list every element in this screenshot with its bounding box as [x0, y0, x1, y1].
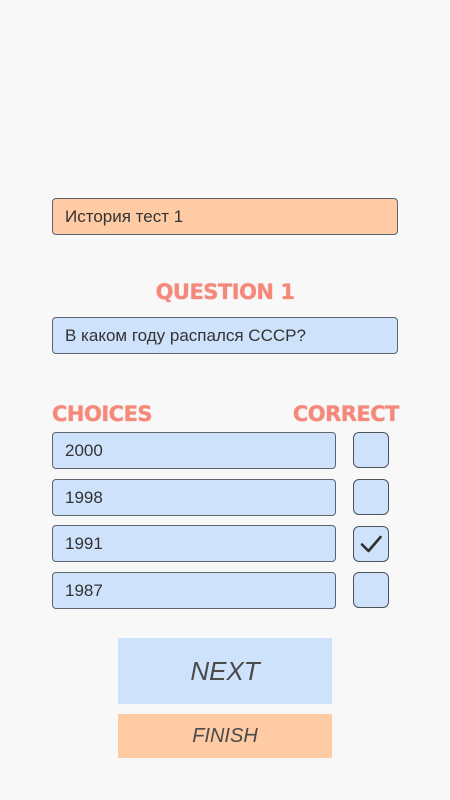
- correct-checkbox-2[interactable]: [353, 479, 389, 515]
- choice-field-1[interactable]: 2000: [52, 432, 336, 469]
- choices-heading: CHOICES: [52, 402, 153, 426]
- question-text-field[interactable]: В каком году распался СССР?: [52, 317, 398, 354]
- finish-button[interactable]: FINISH: [118, 714, 332, 758]
- correct-checkbox-3[interactable]: [353, 526, 389, 562]
- choice-field-3[interactable]: 1991: [52, 525, 336, 562]
- correct-heading: CORRECT: [292, 402, 400, 426]
- next-button[interactable]: NEXT: [118, 638, 332, 704]
- correct-checkbox-4[interactable]: [353, 572, 389, 608]
- choice-field-4[interactable]: 1987: [52, 572, 336, 609]
- question-heading: QUESTION 1: [155, 280, 295, 304]
- correct-checkbox-1[interactable]: [353, 432, 389, 468]
- choice-field-2[interactable]: 1998: [52, 479, 336, 516]
- check-icon: [360, 535, 382, 553]
- test-title-field[interactable]: История тест 1: [52, 198, 398, 235]
